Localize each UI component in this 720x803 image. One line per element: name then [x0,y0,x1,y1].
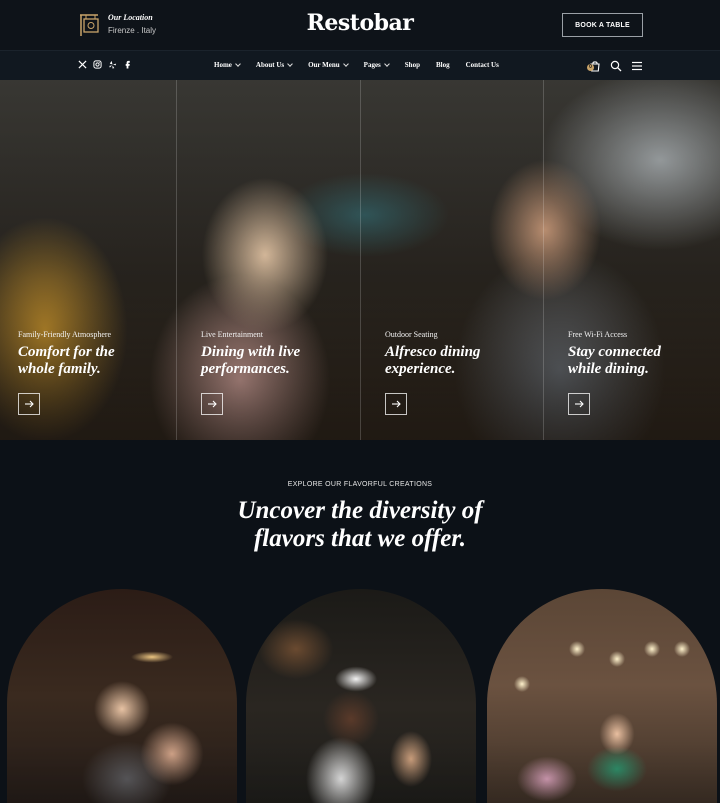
feature-title: Comfort for the whole family. [18,344,183,378]
feature-title-line: Stay connected [568,344,661,360]
feature-title: Alfresco dining experience. [385,344,550,378]
chevron-down-icon [342,61,349,67]
section-heading: Uncover the diversity of flavors that we… [0,497,720,553]
gallery-image-friends[interactable] [487,589,717,803]
image-overlay [487,743,717,803]
arrow-right-icon [25,400,34,408]
nav-item-label[interactable]: Shop [405,61,420,69]
feature-free-wifi: Free Wi-Fi Access Stay connected while d… [568,330,720,378]
arrow-right-icon [575,400,584,408]
nav-item-label[interactable]: Contact Us [466,61,499,69]
section-heading-line: Uncover the diversity of [237,497,483,524]
nav-item-blog[interactable]: Blog [436,61,450,69]
feature-outdoor-seating: Outdoor Seating Alfresco dining experien… [385,330,550,378]
arrow-right-icon [392,400,401,408]
feature-family-friendly: Family-Friendly Atmosphere Comfort for t… [18,330,183,378]
hero-divider [176,80,177,440]
nav-item-label[interactable]: Pages [364,61,381,69]
nav-item-label[interactable]: About Us [256,61,284,69]
hero-divider [543,80,544,440]
image-overlay [7,743,237,803]
feature-eyebrow: Outdoor Seating [385,330,438,339]
nav-item-label[interactable]: Blog [436,61,450,69]
instagram-icon[interactable] [93,60,102,69]
feature-arrow-button[interactable] [568,393,590,415]
main-menu: Home About Us Our Menu Pages Shop Blog C… [214,61,499,69]
section-eyebrow: EXPLORE OUR FLAVORFUL CREATIONS [287,481,433,488]
book-table-button[interactable]: BOOK A TABLE [562,13,643,37]
nav-item-contact-us[interactable]: Contact Us [466,61,499,69]
image-overlay [246,743,476,803]
feature-eyebrow: Live Entertainment [201,330,263,339]
feature-live-entertainment: Live Entertainment Dining with live perf… [201,330,366,378]
feature-title: Stay connected while dining. [568,344,720,378]
feature-title-line: Dining with live [201,344,301,360]
cart-count-badge: 0 [587,64,594,71]
feature-title-line: whole family. [18,361,101,377]
nav-bar: Home About Us Our Menu Pages Shop Blog C… [0,50,720,80]
menu-icon[interactable] [631,59,643,71]
nav-item-label[interactable]: Home [214,61,232,69]
gallery-image-dining[interactable] [7,589,237,803]
nav-item-about-us[interactable]: About Us [256,61,293,69]
feature-title-line: Alfresco dining [385,344,481,360]
section-heading-line: flavors that we offer. [253,525,467,552]
feature-eyebrow: Family-Friendly Atmosphere [18,330,112,339]
nav-item-home[interactable]: Home [214,61,241,69]
feature-title-line: performances. [201,361,290,377]
chevron-down-icon [287,61,293,67]
feature-arrow-button[interactable] [385,393,407,415]
x-icon[interactable] [78,60,87,69]
cart-icon[interactable]: 0 [587,59,601,72]
chevron-down-icon [383,61,390,67]
logo-text[interactable]: Restobar [307,10,414,36]
nav-item-pages[interactable]: Pages [364,61,390,69]
yelp-icon[interactable] [108,60,117,69]
nav-item-label[interactable]: Our Menu [308,61,340,69]
search-icon[interactable] [610,59,622,72]
hero-banner: Family-Friendly Atmosphere Comfort for t… [0,80,720,440]
feature-title-line: Comfort for the [18,344,115,360]
hero-divider [360,80,361,440]
nav-item-shop[interactable]: Shop [405,61,420,69]
feature-arrow-button[interactable] [201,393,223,415]
social-links [78,60,132,69]
facebook-icon[interactable] [123,60,132,69]
feature-title-line: while dining. [568,361,649,377]
feature-eyebrow: Free Wi-Fi Access [568,330,628,339]
chevron-down-icon [235,61,241,67]
arrow-right-icon [208,400,217,408]
feature-title: Dining with live performances. [201,344,366,378]
feature-title-line: experience. [385,361,456,377]
gallery-image-chefs[interactable] [246,589,476,803]
feature-arrow-button[interactable] [18,393,40,415]
nav-item-our-menu[interactable]: Our Menu [308,61,349,69]
top-bar: Our Location Firenze . Italy Restobar BO… [0,0,720,50]
header-actions: 0 [587,59,643,72]
